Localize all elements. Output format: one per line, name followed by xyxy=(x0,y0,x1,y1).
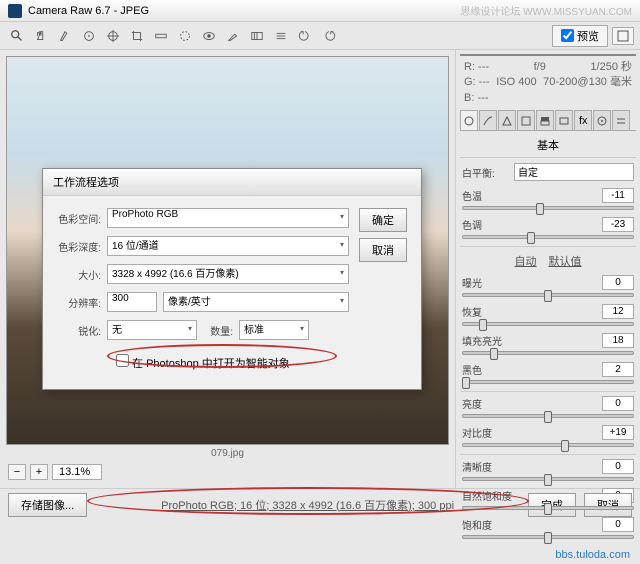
tab-curve-icon[interactable] xyxy=(479,110,497,130)
slider-black-value[interactable]: 2 xyxy=(602,362,634,377)
spot-removal-icon[interactable] xyxy=(174,25,196,47)
auto-link[interactable]: 自动 xyxy=(515,253,537,269)
tab-basic-icon[interactable] xyxy=(460,110,478,130)
dialog-cancel-button[interactable]: 取消 xyxy=(359,238,407,262)
tab-split-icon[interactable] xyxy=(536,110,554,130)
zoom-tool-icon[interactable] xyxy=(6,25,28,47)
sharpen-select[interactable]: 无 xyxy=(107,320,197,340)
url-watermark: bbs.tuloda.com xyxy=(460,546,636,564)
slider-bright-value[interactable]: 0 xyxy=(602,396,634,411)
amount-select[interactable]: 标准 xyxy=(239,320,309,340)
slider-temp-value[interactable]: -11 xyxy=(602,188,634,203)
slider-recovery[interactable]: 恢复12 xyxy=(460,302,636,331)
tab-fx-icon[interactable]: fx xyxy=(574,110,592,130)
slider-saturation[interactable]: 饱和度0 xyxy=(460,515,636,544)
slider-clarity-value[interactable]: 0 xyxy=(602,459,634,474)
slider-tint-value[interactable]: -23 xyxy=(602,217,634,232)
histogram[interactable]: ◤ ◥ xyxy=(460,54,636,56)
panel-tabs: fx xyxy=(460,110,636,131)
hand-tool-icon[interactable] xyxy=(30,25,52,47)
resolution-input[interactable]: 300 xyxy=(107,292,157,312)
panel-title: 基本 xyxy=(460,133,636,158)
dialog-ok-button[interactable]: 确定 xyxy=(359,208,407,232)
crop-tool-icon[interactable] xyxy=(126,25,148,47)
res-unit-select[interactable]: 像素/英寸 xyxy=(163,292,349,312)
side-panel: ◤ ◥ R: ---f/91/250 秒 G: ---ISO 40070-200… xyxy=(455,50,640,488)
slider-exposure-value[interactable]: 0 xyxy=(602,275,634,290)
tab-hsl-icon[interactable] xyxy=(517,110,535,130)
slider-exposure[interactable]: 曝光0 xyxy=(460,273,636,302)
rotate-cw-icon[interactable] xyxy=(318,25,340,47)
save-image-button[interactable]: 存储图像... xyxy=(8,493,87,517)
fullscreen-icon[interactable] xyxy=(612,27,634,45)
slider-clarity[interactable]: 清晰度0 xyxy=(460,457,636,486)
slider-temp[interactable]: 色温-11 xyxy=(460,186,636,215)
tab-lens-icon[interactable] xyxy=(555,110,573,130)
depth-select[interactable]: 16 位/通道 xyxy=(107,236,349,256)
window-title: Camera Raw 6.7 - JPEG xyxy=(28,5,149,17)
color-sampler-icon[interactable] xyxy=(78,25,100,47)
zoom-value[interactable]: 13.1% xyxy=(52,464,102,480)
zoom-out-button[interactable]: − xyxy=(8,464,26,480)
app-icon xyxy=(8,4,22,18)
wb-label: 白平衡: xyxy=(462,165,510,180)
toolbar: 预览 xyxy=(0,22,640,50)
target-adjust-icon[interactable] xyxy=(102,25,124,47)
default-link[interactable]: 默认值 xyxy=(549,253,582,269)
slider-fill[interactable]: 填充亮光18 xyxy=(460,331,636,360)
workflow-link[interactable]: ProPhoto RGB; 16 位; 3328 x 4992 (16.6 百万… xyxy=(95,497,520,513)
wb-tool-icon[interactable] xyxy=(54,25,76,47)
slider-black[interactable]: 黑色2 xyxy=(460,360,636,389)
size-select[interactable]: 3328 x 4992 (16.6 百万像素) xyxy=(107,264,349,284)
exif-info: R: ---f/91/250 秒 G: ---ISO 40070-200@130… xyxy=(460,58,636,108)
open-smart-row[interactable]: 在 Photoshop 中打开为智能对象 xyxy=(57,348,349,377)
rotate-ccw-icon[interactable] xyxy=(294,25,316,47)
gradient-icon[interactable] xyxy=(246,25,268,47)
slider-contrast-value[interactable]: +19 xyxy=(602,425,634,440)
tab-preset-icon[interactable] xyxy=(612,110,630,130)
colorspace-select[interactable]: ProPhoto RGB xyxy=(107,208,349,228)
slider-fill-value[interactable]: 18 xyxy=(602,333,634,348)
preview-toggle[interactable]: 预览 xyxy=(552,25,608,47)
open-smart-checkbox[interactable] xyxy=(116,354,129,367)
prefs-icon[interactable] xyxy=(270,25,292,47)
zoom-in-button[interactable]: + xyxy=(30,464,48,480)
slider-recovery-value[interactable]: 12 xyxy=(602,304,634,319)
filename: 079.jpg xyxy=(6,445,449,462)
adjustment-brush-icon[interactable] xyxy=(222,25,244,47)
slider-contrast[interactable]: 对比度+19 xyxy=(460,423,636,452)
workflow-dialog: 工作流程选项 色彩空间:ProPhoto RGB 色彩深度:16 位/通道 大小… xyxy=(42,168,422,390)
watermark-top: 思缘设计论坛 WWW.MISSYUAN.COM xyxy=(460,3,632,18)
title-bar: Camera Raw 6.7 - JPEG 思缘设计论坛 WWW.MISSYUA… xyxy=(0,0,640,22)
tab-calib-icon[interactable] xyxy=(593,110,611,130)
done-button[interactable]: 完成 xyxy=(528,493,576,517)
straighten-icon[interactable] xyxy=(150,25,172,47)
redeye-icon[interactable] xyxy=(198,25,220,47)
cancel-button[interactable]: 取消 xyxy=(584,493,632,517)
dialog-title: 工作流程选项 xyxy=(43,169,421,196)
wb-select[interactable]: 自定 xyxy=(514,163,634,181)
slider-tint[interactable]: 色调-23 xyxy=(460,215,636,244)
svg-text:fx: fx xyxy=(579,115,588,127)
tab-detail-icon[interactable] xyxy=(498,110,516,130)
slider-saturation-value[interactable]: 0 xyxy=(602,517,634,532)
slider-bright[interactable]: 亮度0 xyxy=(460,394,636,423)
